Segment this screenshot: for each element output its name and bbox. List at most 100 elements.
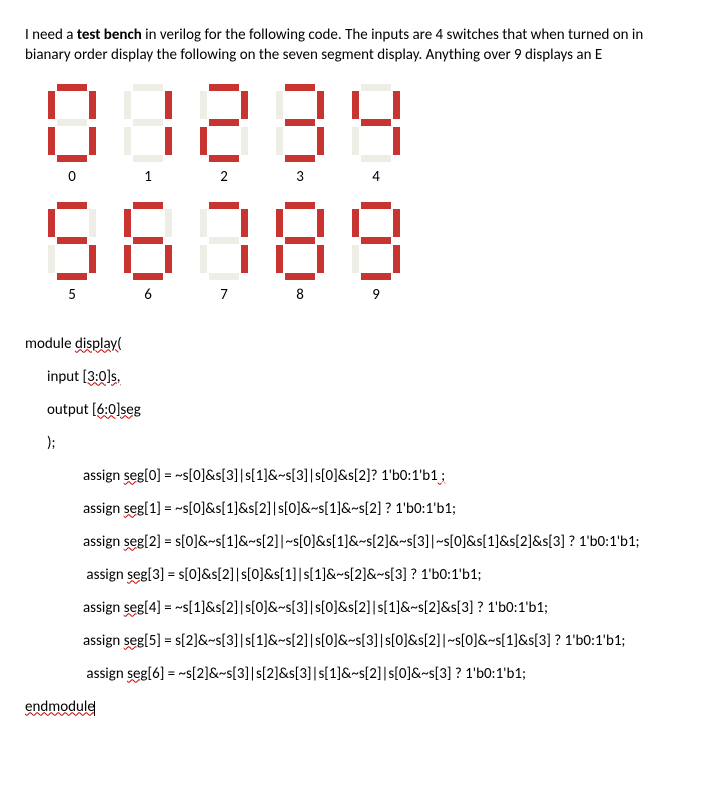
seven-seg-icon [48, 202, 96, 280]
seg-a [133, 202, 163, 209]
seg-b [241, 209, 248, 237]
ident-display: display( [75, 335, 122, 353]
seg-a [57, 202, 87, 209]
seg-g [57, 119, 87, 126]
seg-a [361, 84, 391, 91]
code-line: module display( [25, 328, 692, 361]
seg-g [209, 119, 239, 126]
digit-label: 8 [296, 286, 304, 304]
seg-d [285, 273, 315, 280]
digit-label: 7 [220, 286, 228, 304]
code-line: input [3:0]s, [25, 361, 692, 394]
seg-a [285, 202, 315, 209]
kw-assign: assign [83, 665, 127, 683]
seg-f [124, 209, 131, 237]
seg-f [200, 209, 207, 237]
seg-c [241, 127, 248, 155]
seven-seg-icon [276, 84, 324, 162]
expr: 4] = ~s[1]&s[2]|s[0]&~s[3]|s[0]&s[2]|s[1… [149, 599, 548, 617]
digit-label: 4 [372, 168, 380, 186]
seg-a [133, 84, 163, 91]
seg-g [285, 119, 315, 126]
digit-label: 0 [68, 168, 76, 186]
seg-c [393, 127, 400, 155]
digit-cell: 8 [271, 202, 329, 304]
seg-c [317, 127, 324, 155]
digit-row-1: 0 1 2 3 4 [43, 84, 692, 186]
digit-cell: 6 [119, 202, 177, 304]
seg-c [317, 245, 324, 273]
digit-label: 3 [296, 168, 304, 186]
seven-seg-icon [200, 202, 248, 280]
ident-seg: seg[ [124, 533, 149, 551]
seg-e [200, 245, 207, 273]
kw-module: module [25, 335, 75, 353]
digit-label: 6 [144, 286, 152, 304]
seg-b [165, 91, 172, 119]
seg-c [165, 245, 172, 273]
seg-a [209, 84, 239, 91]
seg-c [165, 127, 172, 155]
kw-assign: assign [83, 566, 127, 584]
seg-c [89, 127, 96, 155]
seg-f [124, 91, 131, 119]
digit-label: 2 [220, 168, 228, 186]
seg-e [276, 245, 283, 273]
seg-e [124, 245, 131, 273]
seg-a [209, 202, 239, 209]
seg-g [133, 237, 163, 244]
seg-g [361, 119, 391, 126]
seg-d [361, 155, 391, 162]
seg-c [241, 245, 248, 273]
code-line: output [6:0]seg [25, 394, 692, 427]
kw-assign: assign [83, 599, 124, 617]
digit-label: 1 [144, 168, 152, 186]
seven-seg-figure: 0 1 2 3 4 5 6 7 8 9 [43, 84, 692, 304]
seg-e [124, 127, 131, 155]
digit-cell: 2 [195, 84, 253, 186]
seg-e [352, 127, 359, 155]
seg-f [200, 91, 207, 119]
kw-input: input [47, 368, 83, 386]
code-line: assign seg[0] = ~s[0]&s[3]|s[1]&~s[3]|s[… [25, 460, 692, 493]
intro-bold: test bench [77, 26, 142, 44]
seg-g [57, 237, 87, 244]
text-cursor-icon [94, 701, 95, 716]
intro-pre: I need a [25, 26, 77, 44]
expr: 1] = ~s[0]&s[1]&s[2]|s[0]&~s[1]&~s[2] ? … [149, 500, 456, 518]
seven-seg-icon [124, 84, 172, 162]
code-line: assign seg[3] = s[0]&s[2]|s[0]&s[1]|s[1]… [25, 559, 692, 592]
kw-output: output [47, 401, 92, 419]
code-line: endmodule [25, 691, 692, 724]
expr: 0] = ~s[0]&s[3]|s[1]&~s[3]|s[0]&s[2]? 1'… [149, 467, 438, 485]
code-line: assign seg[4] = ~s[1]&s[2]|s[0]&~s[3]|s[… [25, 592, 692, 625]
digit-cell: 3 [271, 84, 329, 186]
digit-cell: 5 [43, 202, 101, 304]
seg-a [57, 84, 87, 91]
seg-d [57, 155, 87, 162]
kw-assign: assign [83, 632, 124, 650]
seven-seg-icon [352, 202, 400, 280]
digit-label: 5 [68, 286, 76, 304]
seg-f [352, 209, 359, 237]
expr: 6] = ~s[2]&~s[3]|s[2]&s[3]|s[1]&~s[2]|s[… [152, 665, 526, 683]
digit-cell: 0 [43, 84, 101, 186]
seg-b [89, 209, 96, 237]
seg-e [200, 127, 207, 155]
seg-c [393, 245, 400, 273]
digit-label: 9 [372, 286, 380, 304]
expr: 3] = s[0]&s[2]|s[0]&s[1]|s[1]&~s[2]&~s[3… [152, 566, 481, 584]
code-line: assign seg[5] = s[2]&~s[3]|s[1]&~s[2]|s[… [25, 625, 692, 658]
seg-b [89, 91, 96, 119]
seg-b [317, 91, 324, 119]
seg-f [276, 91, 283, 119]
seg-e [352, 245, 359, 273]
port-s: [3:0]s, [83, 368, 121, 386]
close-paren: ); [47, 434, 56, 452]
seg-b [241, 91, 248, 119]
expr-end: ; [438, 467, 445, 485]
seg-c [89, 245, 96, 273]
seg-g [285, 237, 315, 244]
seg-a [361, 202, 391, 209]
digit-cell: 4 [347, 84, 405, 186]
